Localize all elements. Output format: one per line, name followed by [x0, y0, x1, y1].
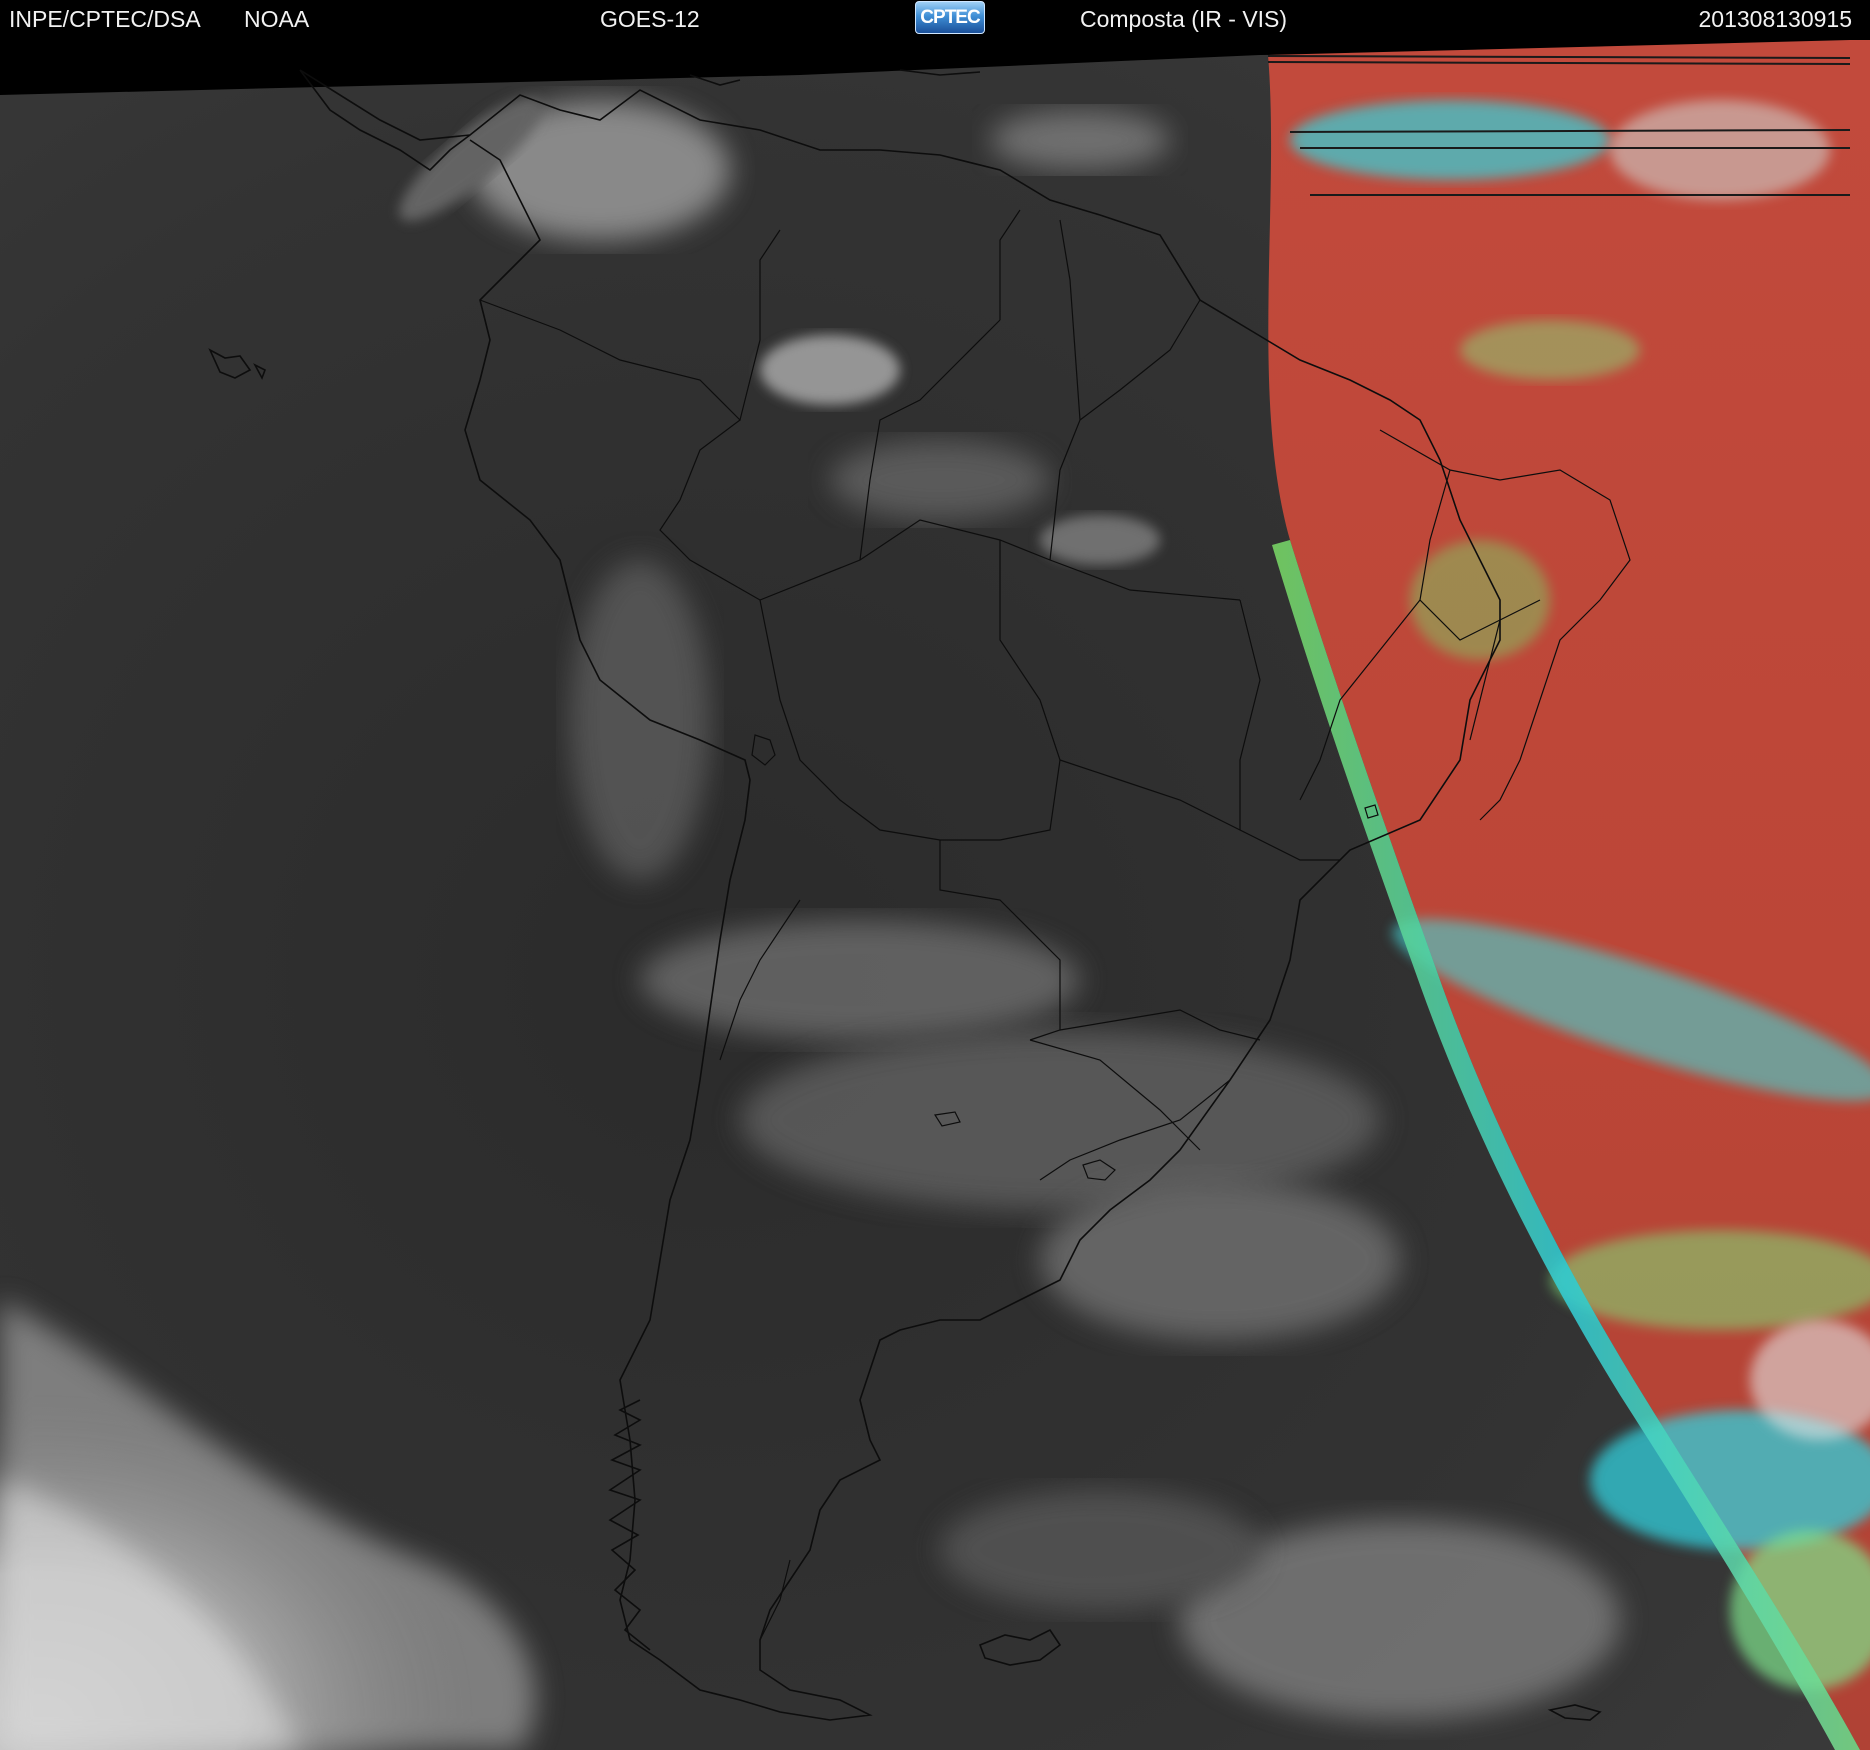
satellite-image: [0, 36, 1870, 1750]
institution-label: INPE/CPTEC/DSA: [9, 6, 201, 32]
cptec-logo: CPTEC: [915, 1, 985, 34]
timestamp-label: 201308130915: [1698, 6, 1853, 32]
agency-label: NOAA: [244, 6, 310, 32]
product-label: Composta (IR - VIS): [1080, 6, 1288, 32]
satellite-label: GOES-12: [600, 6, 700, 32]
header-bar: INPE/CPTEC/DSA NOAA GOES-12 CPTEC Compos…: [0, 0, 1870, 36]
